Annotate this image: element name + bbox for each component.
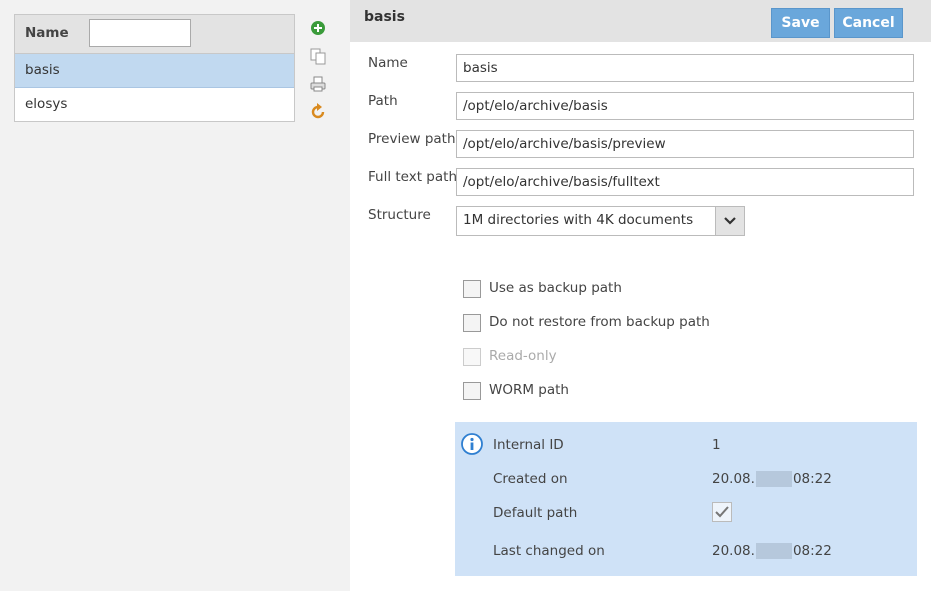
checkbox-box[interactable] bbox=[463, 314, 481, 332]
default-path-row: Default path bbox=[493, 502, 913, 525]
checkbox-box[interactable] bbox=[463, 382, 481, 400]
detail-pane: basis Save Cancel Name basis Path /opt/e… bbox=[350, 0, 931, 591]
chevron-down-icon[interactable] bbox=[715, 207, 744, 235]
structure-select[interactable]: 1M directories with 4K documents bbox=[456, 206, 745, 236]
fulltext-path-field[interactable]: /opt/elo/archive/basis/fulltext bbox=[456, 168, 914, 196]
cancel-button[interactable]: Cancel bbox=[834, 8, 903, 38]
refresh-icon[interactable] bbox=[308, 102, 328, 122]
default-path-checkbox bbox=[712, 502, 732, 522]
redacted-year bbox=[755, 543, 792, 559]
name-field[interactable]: basis bbox=[456, 54, 914, 82]
detail-header: basis Save Cancel bbox=[350, 0, 931, 42]
last-changed-date: 20.08. bbox=[712, 543, 755, 559]
internal-id-label: Internal ID bbox=[493, 437, 564, 453]
created-on-date: 20.08. bbox=[712, 471, 755, 487]
checkbox-label: Do not restore from backup path bbox=[489, 314, 710, 330]
check-icon bbox=[715, 506, 729, 518]
preview-path-row: Preview path /opt/elo/archive/basis/prev… bbox=[350, 130, 931, 160]
fulltext-path-label: Full text path bbox=[368, 169, 458, 185]
structure-row: Structure 1M directories with 4K documen… bbox=[350, 206, 931, 236]
list-item[interactable]: basis bbox=[15, 54, 294, 88]
fulltext-path-row: Full text path /opt/elo/archive/basis/fu… bbox=[350, 168, 931, 198]
preview-path-field[interactable]: /opt/elo/archive/basis/preview bbox=[456, 130, 914, 158]
created-on-label: Created on bbox=[493, 471, 568, 487]
internal-id-row: Internal ID 1 bbox=[493, 437, 913, 457]
created-on-row: Created on 20.08. 08:22 bbox=[493, 471, 913, 491]
internal-id-value: 1 bbox=[712, 437, 721, 453]
name-filter-input[interactable] bbox=[89, 19, 191, 47]
last-changed-row: Last changed on 20.08. 08:22 bbox=[493, 543, 913, 563]
checkbox-label: Use as backup path bbox=[489, 280, 622, 296]
path-label: Path bbox=[368, 93, 398, 109]
checkbox-label: Read-only bbox=[489, 348, 557, 364]
copy-icon[interactable] bbox=[308, 46, 328, 66]
info-panel: Internal ID 1 Created on 20.08. 08:22 Def… bbox=[455, 422, 917, 576]
detail-title: basis bbox=[364, 9, 405, 25]
last-changed-label: Last changed on bbox=[493, 543, 605, 559]
name-column-header[interactable]: Name bbox=[25, 25, 69, 41]
add-icon[interactable] bbox=[308, 18, 328, 38]
last-changed-value: 20.08. 08:22 bbox=[712, 543, 832, 559]
redacted-year bbox=[755, 471, 792, 487]
archive-list: Name basis elosys bbox=[14, 14, 295, 122]
default-path-label: Default path bbox=[493, 505, 578, 521]
created-on-value: 20.08. 08:22 bbox=[712, 471, 832, 487]
name-label: Name bbox=[368, 55, 408, 71]
list-header: Name bbox=[15, 15, 294, 54]
info-icon bbox=[461, 433, 483, 455]
checkbox-box bbox=[463, 348, 481, 366]
path-row: Path /opt/elo/archive/basis bbox=[350, 92, 931, 122]
archive-list-pane: Name basis elosys bbox=[0, 0, 350, 591]
created-on-time: 08:22 bbox=[792, 471, 832, 487]
preview-path-label: Preview path bbox=[368, 131, 456, 147]
checkbox-box[interactable] bbox=[463, 280, 481, 298]
list-toolbar bbox=[308, 18, 330, 130]
name-row: Name basis bbox=[350, 54, 931, 84]
structure-label: Structure bbox=[368, 207, 431, 223]
path-field[interactable]: /opt/elo/archive/basis bbox=[456, 92, 914, 120]
print-icon[interactable] bbox=[308, 74, 328, 94]
checkbox-label: WORM path bbox=[489, 382, 569, 398]
list-item[interactable]: elosys bbox=[15, 88, 294, 121]
save-button[interactable]: Save bbox=[771, 8, 830, 38]
last-changed-time: 08:22 bbox=[792, 543, 832, 559]
structure-selected-value: 1M directories with 4K documents bbox=[463, 212, 694, 228]
